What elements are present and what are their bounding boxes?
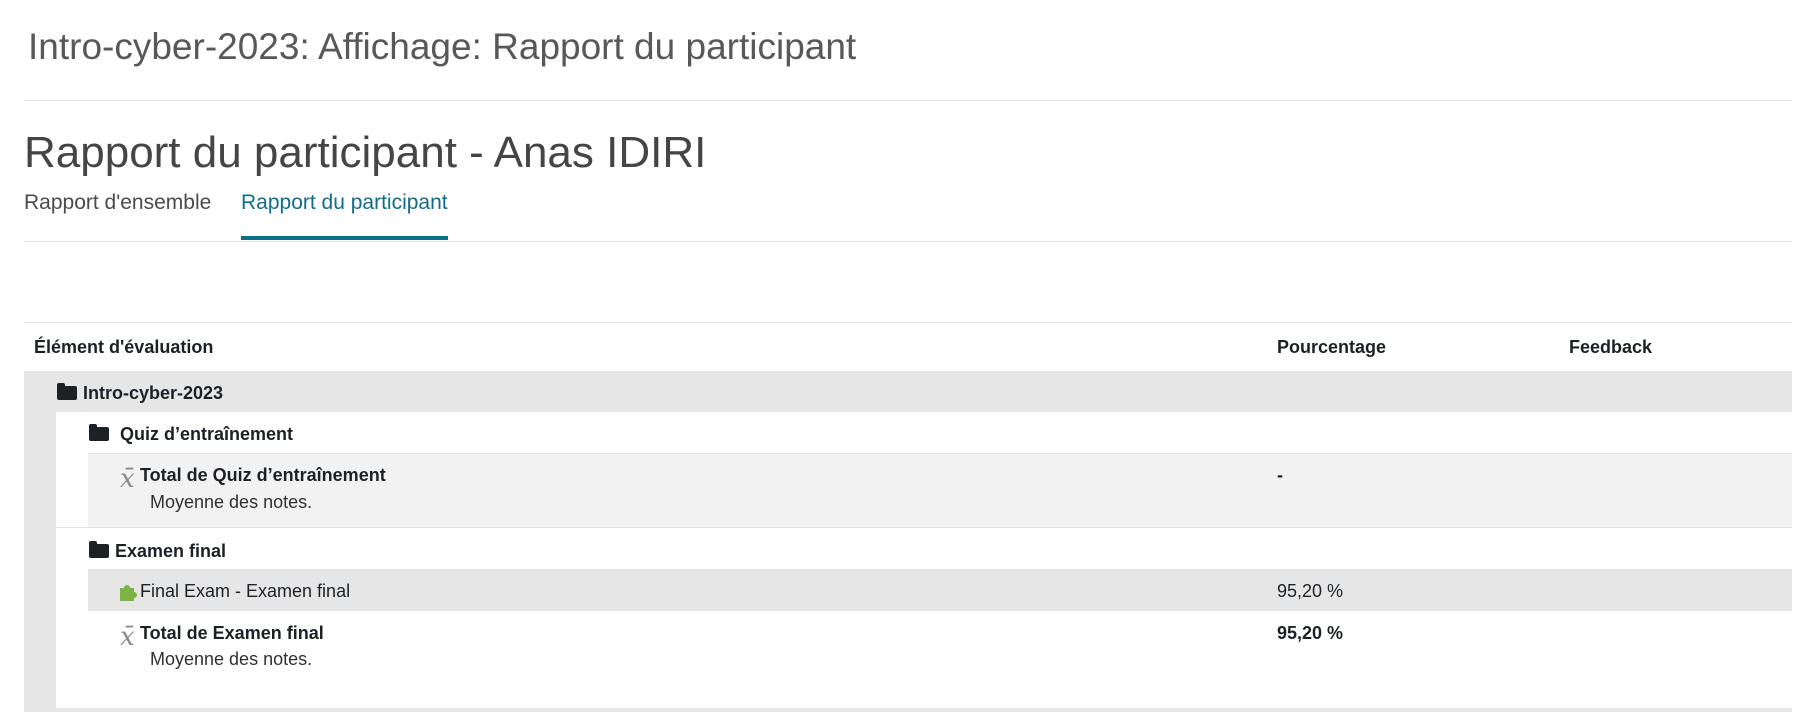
percentage-value: - [1277, 465, 1283, 485]
page-header: Intro-cyber-2023: Affichage: Rapport du … [24, 0, 1792, 101]
aggregation-description: Moyenne des notes. [150, 492, 313, 512]
category-name: Intro-cyber-2023 [83, 383, 224, 403]
tab-user-report[interactable]: Rapport du participant [241, 188, 448, 240]
folder-icon [89, 541, 109, 558]
category-indent-bar [24, 371, 56, 712]
category-indent-bar [56, 453, 88, 527]
tab-overview-report[interactable]: Rapport d'ensemble [24, 188, 211, 240]
folder-icon [57, 383, 77, 400]
report-tabs: Rapport d'ensemble Rapport du participan… [24, 188, 1792, 242]
table-row: Final Exam - Examen final 95,20 % [88, 569, 1792, 611]
aggregation-description: Moyenne des notes. [150, 649, 313, 669]
table-row: x̄ Total de Quiz d’entraînement Moyenne … [88, 453, 1792, 528]
category-name: Quiz d’entraînement [120, 424, 294, 444]
grade-item-name: Total de Quiz d’entraînement [140, 465, 386, 485]
grade-report-table: Élément d'évaluation Pourcentage Feedbac… [24, 322, 1792, 712]
grade-item-link[interactable]: Final Exam - Examen final [140, 581, 350, 602]
percentage-value: 95,20 % [1277, 581, 1344, 601]
column-header-percentage: Pourcentage [1277, 337, 1387, 357]
column-header-item: Élément d'évaluation [34, 337, 214, 357]
table-row: Examen final [56, 527, 1792, 570]
page-heading: Intro-cyber-2023: Affichage: Rapport du … [28, 26, 857, 67]
folder-icon [89, 424, 109, 441]
table-row: x̄ Total de Examen final Moyenne des not… [88, 611, 1792, 687]
column-header-feedback: Feedback [1569, 337, 1653, 357]
quiz-puzzle-icon [120, 585, 137, 601]
category-indent-bar [56, 569, 88, 700]
grade-item-name: Total de Examen final [140, 623, 324, 643]
table-row: Quiz d’entraînement [56, 412, 1792, 453]
category-name: Examen final [115, 541, 227, 561]
mean-icon: x̄ [120, 622, 135, 652]
percentage-value: 95,20 % [1277, 623, 1344, 643]
row-divider [56, 708, 1792, 712]
table-row: Intro-cyber-2023 [24, 371, 1792, 412]
mean-icon: x̄ [120, 464, 135, 494]
report-title: Rapport du participant - Anas IDIRI [24, 128, 707, 177]
